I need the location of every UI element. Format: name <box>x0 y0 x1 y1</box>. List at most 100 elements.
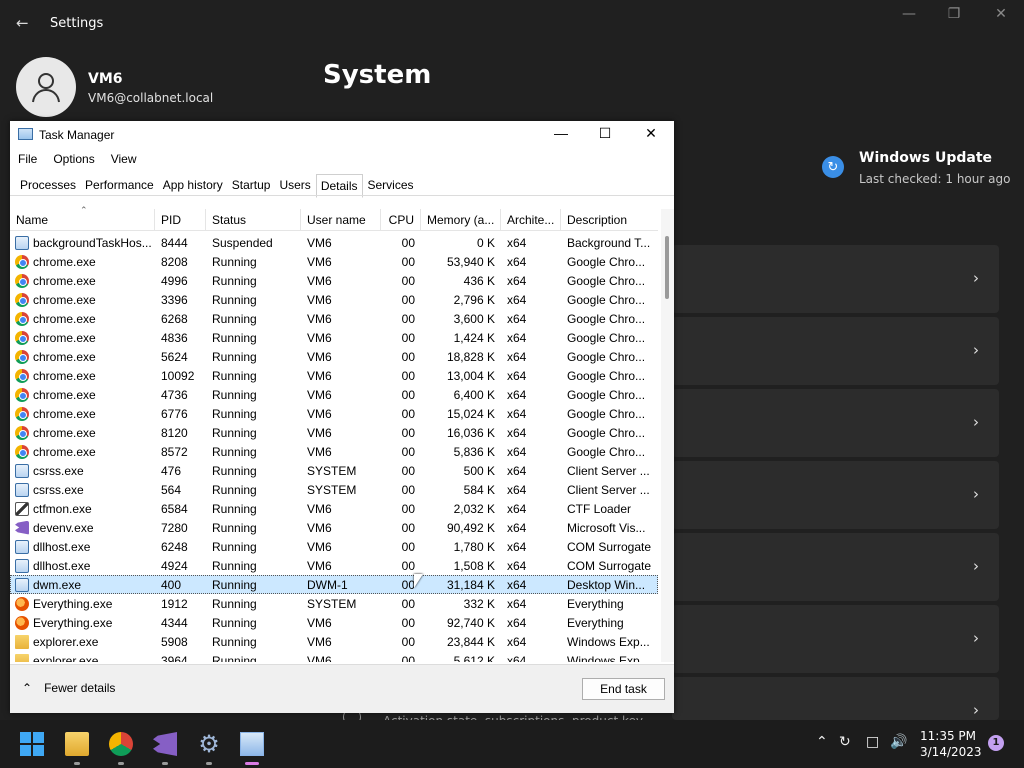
process-name-label: dllhost.exe <box>33 558 91 573</box>
process-name-label: chrome.exe <box>33 311 96 326</box>
maximize-icon[interactable]: ☐ <box>591 125 619 142</box>
table-row[interactable]: chrome.exe 4736 Running VM6 00 6,400 K x64 Goog… <box>10 385 658 404</box>
minimize-icon[interactable]: — <box>897 6 921 22</box>
minimize-icon[interactable]: — <box>547 125 575 141</box>
process-name-label: chrome.exe <box>33 254 96 269</box>
app-icon <box>15 539 29 554</box>
fewer-details-button[interactable]: ⌃ Fewer details <box>22 681 115 695</box>
process-user: SYSTEM <box>307 482 357 497</box>
settings-gear-icon[interactable]: ⚙ <box>197 732 221 756</box>
table-row[interactable]: chrome.exe 3396 Running VM6 00 2,796 K x64 Goog… <box>10 290 658 309</box>
task-manager-icon[interactable] <box>240 732 264 756</box>
end-task-button[interactable]: End task <box>582 678 665 700</box>
visual-studio-icon[interactable] <box>153 732 177 756</box>
process-user: VM6 <box>307 235 332 250</box>
table-row[interactable]: chrome.exe 5624 Running VM6 00 18,828 K x64 Goo… <box>10 347 658 366</box>
process-cpu: 00 <box>401 349 415 364</box>
table-row[interactable]: csrss.exe 564 Running SYSTEM 00 584 K x64 Clien… <box>10 480 658 499</box>
table-row[interactable]: chrome.exe 8572 Running VM6 00 5,836 K x64 Goog… <box>10 442 658 461</box>
table-row[interactable]: devenv.exe 7280 Running VM6 00 90,492 K x64 Mic… <box>10 518 658 537</box>
windows-update-status: Last checked: 1 hour ago <box>859 172 1011 186</box>
volume-icon[interactable]: 🔊 <box>890 734 907 750</box>
process-cpu: 00 <box>401 444 415 459</box>
table-row[interactable]: dwm.exe 400 Running DWM-1 00 31,184 Kx64 Deskt… <box>10 575 658 594</box>
table-row[interactable]: backgroundTaskHos... 8444 Suspended VM6 00 0 … <box>10 233 658 252</box>
column-header-memory[interactable]: Memory (a... <box>421 209 501 230</box>
column-header-status[interactable]: Status <box>206 209 301 230</box>
column-header-description[interactable]: Description <box>561 209 658 230</box>
chevron-up-icon: ⌃ <box>22 681 33 695</box>
close-icon[interactable]: ✕ <box>637 125 665 142</box>
menu-options[interactable]: Options <box>53 152 94 166</box>
settings-card[interactable]: › <box>672 605 999 673</box>
process-description: Client Server ... <box>567 463 650 478</box>
clock[interactable]: 11:35 PM 3/14/2023 <box>920 728 982 760</box>
process-memory: 13,004 K <box>446 368 495 383</box>
chrome-icon[interactable] <box>109 732 133 756</box>
settings-card[interactable]: › <box>672 533 999 601</box>
table-row[interactable]: dllhost.exe 6248 Running VM6 00 1,780 K x64 COM… <box>10 537 658 556</box>
process-name: Everything.exe <box>10 596 155 611</box>
process-user: VM6 <box>307 539 332 554</box>
vertical-scrollbar[interactable] <box>661 209 674 662</box>
settings-card[interactable]: › <box>672 317 999 385</box>
process-user: VM6 <box>307 254 332 269</box>
process-cpu: 00 <box>401 501 415 516</box>
column-header-architecture[interactable]: Archite... <box>501 209 561 230</box>
start-icon[interactable] <box>20 732 44 756</box>
fewer-details-label: Fewer details <box>44 681 116 695</box>
avatar[interactable] <box>16 57 76 117</box>
table-row[interactable]: chrome.exe 4836 Running VM6 00 1,424 K x64 Goog… <box>10 328 658 347</box>
settings-card[interactable]: › <box>672 677 999 720</box>
file-explorer-icon[interactable] <box>65 732 89 756</box>
process-pid: 10092 <box>161 368 195 383</box>
update-sync-icon[interactable]: ↻ <box>839 734 851 750</box>
running-indicator <box>118 762 124 765</box>
settings-card[interactable]: › <box>672 461 999 529</box>
column-header-user-name[interactable]: User name <box>301 209 381 230</box>
chrome-icon <box>15 387 29 402</box>
column-header-name[interactable]: Name <box>10 209 155 230</box>
table-row[interactable]: Everything.exe 4344 Running VM6 00 92,740 K x6… <box>10 613 658 632</box>
settings-card[interactable]: › <box>672 389 999 457</box>
table-row[interactable]: chrome.exe 8208 Running VM6 00 53,940 K x64 Goo… <box>10 252 658 271</box>
menu-file[interactable]: File <box>18 152 37 166</box>
column-headers: Name PID Status User name CPU Memory (a.… <box>10 209 658 231</box>
process-status: Running <box>212 520 257 535</box>
table-row[interactable]: chrome.exe 10092 Running VM6 00 13,004 K x64 Go… <box>10 366 658 385</box>
settings-card[interactable]: › <box>672 245 999 313</box>
folder-icon <box>15 634 29 649</box>
windows-update-icon[interactable]: ↻ <box>822 156 844 178</box>
chevron-up-icon[interactable]: ⌃ <box>816 734 828 750</box>
process-cpu: 00 <box>401 539 415 554</box>
column-header-cpu[interactable]: CPU <box>381 209 421 230</box>
table-row[interactable]: chrome.exe 4996 Running VM6 00 436 K x64 Google… <box>10 271 658 290</box>
restore-icon[interactable]: ❐ <box>942 6 966 22</box>
process-cpu: 00 <box>401 463 415 478</box>
table-row[interactable]: dllhost.exe 4924 Running VM6 00 1,508 K x64 COM… <box>10 556 658 575</box>
table-row[interactable]: explorer.exe 5908 Running VM6 00 23,844 K x64 W… <box>10 632 658 651</box>
column-header-pid[interactable]: PID <box>155 209 206 230</box>
table-row[interactable]: chrome.exe 8120 Running VM6 00 16,036 K x64 Goo… <box>10 423 658 442</box>
table-row[interactable]: explorer.exe 3964 Running VM6 00 5,612 K x64 Wi… <box>10 651 658 662</box>
process-memory: 500 K <box>463 463 495 478</box>
windows-update-title[interactable]: Windows Update <box>859 150 992 166</box>
process-user: VM6 <box>307 425 332 440</box>
close-icon[interactable]: ✕ <box>989 6 1013 22</box>
network-icon[interactable]: □ <box>866 734 879 750</box>
notification-badge[interactable]: 1 <box>988 735 1004 751</box>
table-row[interactable]: csrss.exe 476 Running SYSTEM 00 500 K x64 Clien… <box>10 461 658 480</box>
scrollbar-thumb[interactable] <box>665 236 669 299</box>
table-row[interactable]: ctfmon.exe 6584 Running VM6 00 2,032 K x64 CTF … <box>10 499 658 518</box>
process-name: chrome.exe <box>10 330 155 345</box>
table-row[interactable]: Everything.exe 1912 Running SYSTEM 00 332 K x6… <box>10 594 658 613</box>
process-architecture: x64 <box>507 406 527 421</box>
menu-view[interactable]: View <box>111 152 137 166</box>
process-name-label: chrome.exe <box>33 292 96 307</box>
app-icon <box>15 463 29 478</box>
table-row[interactable]: chrome.exe 6776 Running VM6 00 15,024 K x64 Goo… <box>10 404 658 423</box>
back-arrow-icon[interactable]: ← <box>16 14 29 32</box>
process-description: Google Chro... <box>567 444 646 459</box>
user-email: VM6@collabnet.local <box>88 91 214 105</box>
table-row[interactable]: chrome.exe 6268 Running VM6 00 3,600 K x64 Goog… <box>10 309 658 328</box>
